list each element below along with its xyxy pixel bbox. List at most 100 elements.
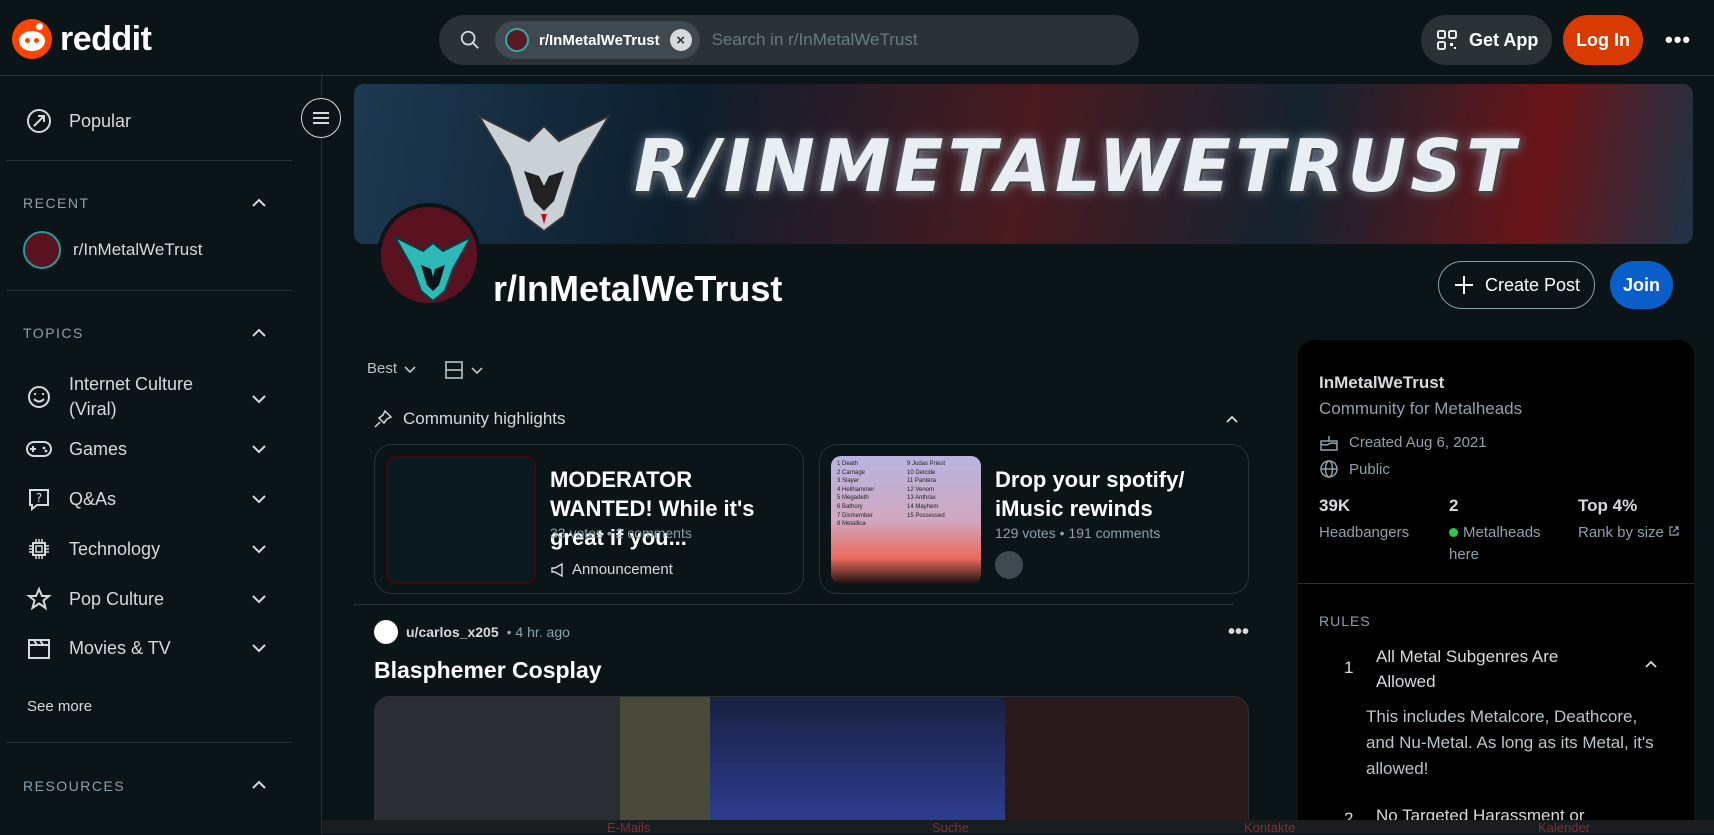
clapper-icon: [25, 634, 53, 662]
sidebar-item-label: Popular: [69, 110, 132, 131]
chevron-up-icon[interactable]: [1643, 656, 1659, 672]
login-button[interactable]: Log In: [1563, 15, 1643, 65]
get-app-button[interactable]: Get App: [1421, 15, 1552, 65]
reddit-logo[interactable]: reddit: [12, 19, 152, 59]
chevron-down-icon[interactable]: [250, 490, 268, 508]
chevron-down-icon: [471, 367, 483, 375]
sidebar-item-movies-tv[interactable]: Movies & TV: [25, 634, 171, 662]
sidebar-item-pop-culture[interactable]: Pop Culture: [25, 585, 164, 613]
create-post-button[interactable]: Create Post: [1438, 261, 1595, 309]
gamepad-icon: [25, 435, 53, 463]
highlight-meta: 33 votes • 2 comments: [550, 525, 692, 541]
clear-scope-icon[interactable]: ×: [669, 29, 692, 51]
visibility-label: Public: [1349, 460, 1390, 478]
chevron-up-icon[interactable]: [250, 194, 268, 212]
post-options-icon[interactable]: •••: [1228, 621, 1249, 644]
post-time: • 4 hr. ago: [506, 624, 570, 640]
rule-number: 1: [1344, 658, 1354, 677]
search-input[interactable]: Search in r/InMetalWeTrust: [712, 30, 918, 50]
about-community-panel: InMetalWeTrust Community for Metalheads …: [1298, 340, 1694, 834]
rule-title[interactable]: All Metal Subgenres Are Allowed: [1376, 644, 1616, 694]
highlight-card[interactable]: MODERATOR WANTED! While it's great if yo…: [374, 444, 804, 594]
banner-emblem-icon: [476, 113, 612, 233]
recent-heading: RECENT: [23, 195, 90, 211]
popular-icon: [25, 107, 53, 135]
see-more-link[interactable]: See more: [27, 698, 92, 715]
subreddit-logo-icon: [381, 207, 477, 303]
search-icon: [460, 30, 479, 49]
pin-icon: [374, 409, 393, 428]
sidebar-item-games[interactable]: Games: [25, 435, 127, 463]
logo-text: reddit: [60, 19, 152, 58]
highlight-card[interactable]: 1 Death 2 Carnage 3 Slayer 4 Hellhammer 5 Me…: [819, 444, 1249, 594]
online-label: Metalheads here: [1449, 524, 1541, 563]
sidebar-item-internet-culture[interactable]: Internet Culture (Viral): [25, 372, 193, 422]
chevron-up-icon[interactable]: [250, 324, 268, 342]
chevron-down-icon[interactable]: [250, 639, 268, 657]
card-view-icon: [445, 361, 463, 379]
rank-link[interactable]: Rank by size: [1578, 522, 1680, 544]
thumb-list-left: 1 Death 2 Carnage 3 Slayer 4 Hellhammer 5 Me…: [837, 461, 875, 528]
more-options-icon[interactable]: •••: [1665, 27, 1691, 53]
taskbar-item-emails[interactable]: E-Mails: [607, 820, 650, 835]
search-bar[interactable]: r/InMetalWeTrust × Search in r/InMetalWe…: [439, 15, 1139, 65]
search-chip-label: r/InMetalWeTrust: [539, 31, 660, 49]
taskbar-item-search[interactable]: Suche: [932, 820, 969, 835]
menu-toggle-button[interactable]: [301, 98, 341, 138]
post-header: u/carlos_x205 • 4 hr. ago: [374, 620, 570, 644]
members-label: Headbangers: [1319, 524, 1410, 541]
create-post-label: Create Post: [1485, 274, 1581, 295]
sidebar-item-label: Games: [69, 438, 128, 459]
author-avatar: [995, 551, 1023, 579]
plus-icon: [1455, 276, 1473, 294]
post-author[interactable]: u/carlos_x205: [406, 624, 499, 640]
sidebar-item-label: Q&As: [69, 488, 117, 509]
thumb-list-right: 9 Judas Priest 10 Deicide 11 Pantera 12 Ven…: [907, 461, 946, 519]
taskbar-item-calendar[interactable]: Kalender: [1538, 820, 1590, 835]
subreddit-banner: R/INMETALWETRUST: [354, 84, 1693, 244]
globe-icon: [1320, 460, 1338, 478]
highlight-thumbnail: [386, 456, 536, 584]
taskbar-item-contacts[interactable]: Kontakte: [1244, 820, 1295, 835]
subreddit-title: r/InMetalWeTrust: [493, 268, 783, 309]
sidebar-item-technology[interactable]: Technology: [25, 535, 160, 563]
sidebar-item-popular[interactable]: Popular: [25, 107, 131, 135]
get-app-label: Get App: [1469, 29, 1539, 50]
sidebar-item-recent[interactable]: r/InMetalWeTrust: [23, 231, 202, 269]
megaphone-icon: [551, 562, 563, 577]
hamburger-icon: [313, 112, 329, 124]
post-image[interactable]: [374, 696, 1249, 834]
star-icon: [25, 585, 53, 613]
search-scope-chip[interactable]: r/InMetalWeTrust ×: [495, 21, 700, 59]
sidebar-item-label: r/InMetalWeTrust: [73, 240, 203, 259]
sort-dropdown[interactable]: Best: [367, 360, 417, 377]
chevron-up-icon[interactable]: [250, 776, 268, 794]
chevron-down-icon[interactable]: [250, 390, 268, 408]
sort-label: Best: [367, 360, 398, 377]
subreddit-avatar-icon: [23, 231, 61, 269]
community-name: InMetalWeTrust: [1319, 373, 1445, 392]
smile-icon: [25, 383, 53, 411]
reddit-snoo-icon: [12, 19, 52, 59]
sidebar-item-label: Pop Culture: [69, 588, 165, 609]
banner-title: R/INMETALWETRUST: [634, 124, 1520, 208]
external-link-icon: [1669, 526, 1679, 536]
user-avatar-icon[interactable]: [374, 620, 398, 644]
chevron-down-icon[interactable]: [250, 590, 268, 608]
chevron-down-icon[interactable]: [250, 440, 268, 458]
qr-code-icon: [1437, 30, 1457, 50]
taskbar: E-Mails Suche Kontakte Kalender: [322, 820, 1714, 835]
join-button[interactable]: Join: [1610, 261, 1673, 309]
chevron-down-icon[interactable]: [250, 540, 268, 558]
sidebar-item-qas[interactable]: ? Q&As: [25, 485, 116, 513]
left-sidebar: Popular RECENT r/InMetalWeTrust TOPICS I…: [0, 76, 322, 834]
rules-heading: RULES: [1319, 613, 1371, 629]
post-title[interactable]: Blasphemer Cosplay: [374, 657, 602, 684]
highlight-thumbnail: 1 Death 2 Carnage 3 Slayer 4 Hellhammer 5 Me…: [831, 456, 981, 584]
online-dot-icon: [1449, 528, 1458, 537]
svg-text:?: ?: [36, 491, 42, 505]
announcement-label: Announcement: [572, 561, 673, 578]
chevron-up-icon[interactable]: [1225, 412, 1239, 426]
cake-icon: [1320, 436, 1338, 451]
view-mode-dropdown[interactable]: [444, 360, 484, 380]
